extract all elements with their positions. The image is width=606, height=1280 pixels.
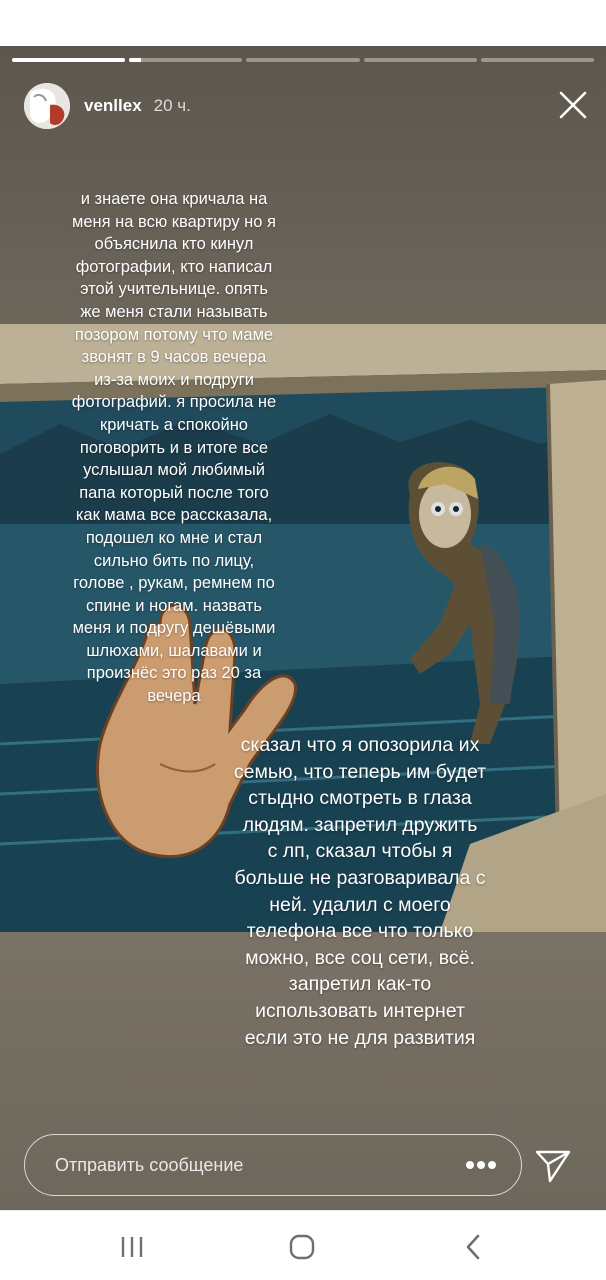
progress-segment xyxy=(480,58,595,62)
system-navigation-bar xyxy=(0,1210,606,1280)
more-button[interactable] xyxy=(463,1155,499,1175)
status-bar xyxy=(0,0,606,46)
close-button[interactable] xyxy=(558,90,588,120)
progress-segment xyxy=(12,58,126,62)
recents-button[interactable] xyxy=(116,1231,148,1263)
home-icon xyxy=(289,1234,315,1260)
story-progress xyxy=(12,58,595,62)
home-button[interactable] xyxy=(286,1231,318,1263)
reply-input[interactable]: Отправить сообщение xyxy=(24,1134,522,1196)
close-icon xyxy=(559,91,587,119)
progress-fill xyxy=(129,58,141,62)
send-icon xyxy=(535,1150,571,1183)
avatar[interactable] xyxy=(24,83,70,129)
back-button[interactable] xyxy=(458,1231,490,1263)
progress-segment xyxy=(363,58,477,62)
story-text-block-1: и знаете она кричала на меня на всю квар… xyxy=(71,190,277,706)
progress-fill xyxy=(12,58,126,62)
username[interactable]: venllex xyxy=(84,96,142,116)
phone-screen: venllex 20 ч. и знаете она кричала на ме… xyxy=(0,0,606,1280)
more-dots-icon xyxy=(466,1161,496,1169)
back-icon xyxy=(466,1234,480,1260)
recents-icon xyxy=(121,1237,143,1257)
avatar-image-icon xyxy=(24,83,70,129)
story-text-block-2: сказал что я опозорила их семью, что теп… xyxy=(233,734,487,1049)
send-button[interactable] xyxy=(534,1148,572,1184)
post-time: 20 ч. xyxy=(153,96,191,115)
story-header[interactable]: venllex 20 ч. xyxy=(24,82,191,130)
story-viewer[interactable]: venllex 20 ч. и знаете она кричала на ме… xyxy=(0,46,606,1210)
reply-placeholder[interactable]: Отправить сообщение xyxy=(55,1155,243,1176)
progress-segment xyxy=(129,58,243,62)
progress-segment xyxy=(246,58,360,62)
